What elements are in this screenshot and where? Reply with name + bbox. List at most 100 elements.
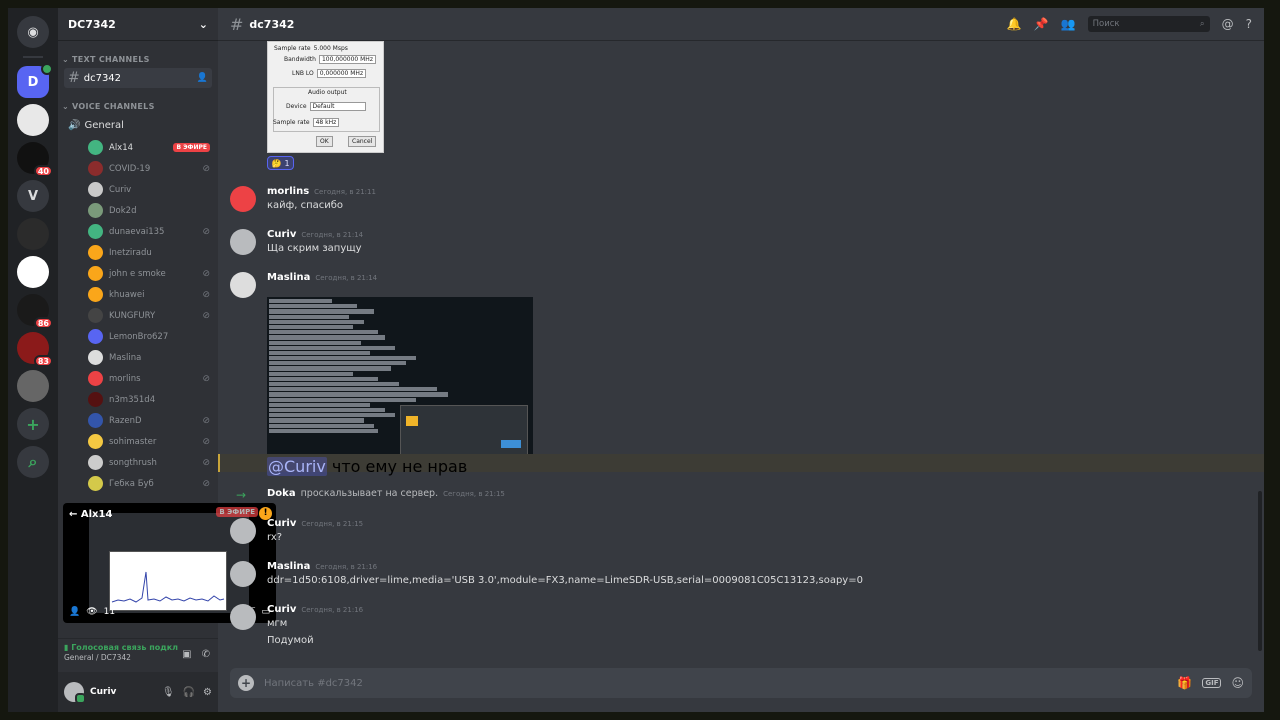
discord-logo-icon[interactable]: ◉	[17, 16, 49, 48]
headphones-icon[interactable]: 🎧	[183, 687, 195, 698]
voice-member[interactable]: Curiv	[58, 179, 218, 200]
message-author[interactable]: Maslina	[267, 272, 310, 283]
message-author[interactable]: Curiv	[267, 518, 296, 529]
search-input[interactable]: Поиск ⌕	[1087, 16, 1210, 32]
member-name: Curiv	[109, 184, 132, 195]
terminal-line	[269, 402, 370, 407]
terminal-screenshot-image[interactable]	[267, 297, 533, 459]
add-attachment-icon[interactable]: +	[238, 675, 254, 691]
terminal-line	[269, 356, 416, 361]
search-placeholder: Поиск	[1092, 19, 1120, 29]
pin-icon[interactable]: 📌	[1034, 17, 1049, 31]
avatar[interactable]	[230, 272, 256, 298]
gear-icon[interactable]: ⚙	[203, 687, 212, 698]
back-arrow-icon[interactable]: ←	[69, 509, 77, 520]
message-author[interactable]: Doka	[267, 488, 296, 499]
message-text: ddr=1d50:6108,driver=lime,media='USB 3.0…	[267, 575, 863, 586]
voice-member[interactable]: Inetziradu	[58, 242, 218, 263]
voice-member[interactable]: morlins ⊘	[58, 368, 218, 389]
terminal-line	[269, 335, 385, 340]
cube-server-icon[interactable]: 86	[17, 294, 53, 329]
help-icon[interactable]: ?	[1246, 17, 1252, 31]
add-server-icon[interactable]: +	[17, 408, 49, 440]
grid-server-icon[interactable]	[17, 218, 49, 250]
channel-topbar: # dc7342 🔔 📌 👥 Поиск ⌕ @ ?	[218, 8, 1264, 41]
user-mention[interactable]: @Curiv	[267, 457, 327, 476]
gift-icon[interactable]: 🎁	[1177, 676, 1192, 690]
member-name: n3m351d4	[109, 394, 156, 405]
sdr-settings-image[interactable]: Sample rate 5.000 Msps Bandwidth 100,00000…	[267, 41, 384, 153]
muted-mic-icon: ⊘	[202, 415, 210, 426]
server-list: ◉ D 40 V 86 83 + ⌕	[8, 8, 58, 712]
member-name: Гебка Буб	[109, 478, 154, 489]
message-time: Сегодня, в 21:14	[301, 231, 364, 239]
voice-member[interactable]: dunaevai135 ⊘	[58, 221, 218, 242]
member-name: Dok2d	[109, 205, 137, 216]
voice-member[interactable]: Maslina	[58, 347, 218, 368]
ctf-server-icon[interactable]	[17, 104, 49, 136]
ctf-flag-server-icon[interactable]	[17, 256, 49, 288]
category-voice-channels[interactable]: ⌄ VOICE CHANNELS	[58, 88, 218, 111]
avatar[interactable]	[230, 229, 256, 255]
penguin-server-icon[interactable]	[17, 370, 49, 402]
channel-name: dc7342	[83, 72, 122, 84]
message-text: Подумой	[267, 635, 314, 646]
voice-member[interactable]: khuawei ⊘	[58, 284, 218, 305]
voice-member[interactable]: Alx14 В ЭФИРЕ	[58, 137, 218, 158]
dark-server-icon[interactable]: 40	[17, 142, 53, 177]
explore-icon[interactable]: ⌕	[17, 446, 49, 478]
voice-member[interactable]: COVID-19 ⊘	[58, 158, 218, 179]
terminal-line	[269, 371, 353, 376]
server-v[interactable]: V	[17, 180, 49, 212]
members-icon[interactable]: 👥	[1061, 17, 1076, 31]
voice-member[interactable]: Dok2d	[58, 200, 218, 221]
avatar	[88, 203, 103, 218]
avatar[interactable]	[64, 682, 86, 704]
screen-share-icon[interactable]: ▣	[182, 649, 191, 660]
muted-mic-icon: ⊘	[202, 268, 210, 279]
voice-member[interactable]: sohimaster ⊘	[58, 431, 218, 452]
red-server-icon[interactable]: 83	[17, 332, 53, 367]
avatar[interactable]	[230, 604, 256, 630]
mentions-icon[interactable]: @	[1222, 17, 1234, 31]
guild-header[interactable]: DC7342 ⌄	[58, 8, 218, 41]
message-author[interactable]: morlins	[267, 186, 309, 197]
reaction-thinking[interactable]: 🤔 1	[267, 156, 294, 170]
category-text-channels[interactable]: ⌄ TEXT CHANNELS	[58, 41, 218, 64]
emoji-icon[interactable]: ☺	[1231, 676, 1244, 690]
voice-member[interactable]: john e smoke ⊘	[58, 263, 218, 284]
avatar[interactable]	[230, 518, 256, 544]
message-input[interactable]	[264, 677, 1168, 689]
add-member-icon[interactable]: 👤	[197, 73, 208, 83]
bell-icon[interactable]: 🔔	[1007, 17, 1022, 31]
avatar	[88, 245, 103, 260]
reaction-count: 1	[284, 158, 290, 168]
avatar[interactable]	[230, 186, 256, 212]
message-author[interactable]: Curiv	[267, 604, 296, 615]
avatar	[88, 392, 103, 407]
voice-member[interactable]: RazenD ⊘	[58, 410, 218, 431]
voice-member[interactable]: LemonBro627	[58, 326, 218, 347]
voice-member[interactable]: n3m351d4	[58, 389, 218, 410]
voice-member[interactable]: songthrush ⊘	[58, 452, 218, 473]
voice-channel-general[interactable]: 🔊 General	[64, 115, 212, 135]
invite-icon[interactable]: 👤	[69, 607, 80, 617]
voice-member[interactable]: KUNGFURY ⊘	[58, 305, 218, 326]
muted-mic-icon: ⊘	[202, 457, 210, 468]
microphone-icon[interactable]: 🎙	[162, 687, 175, 698]
scrollbar[interactable]	[1258, 491, 1262, 651]
message-author[interactable]: Maslina	[267, 561, 310, 572]
disconnect-icon[interactable]: ✆	[202, 649, 210, 660]
message-author[interactable]: Curiv	[267, 229, 296, 240]
avatar[interactable]	[230, 561, 256, 587]
server-d[interactable]: D	[17, 63, 53, 98]
voice-connected-label: Голосовая связь подкл	[71, 643, 178, 652]
hash-icon: #	[230, 14, 244, 34]
voice-member[interactable]: Гебка Буб ⊘	[58, 473, 218, 494]
channel-dc7342[interactable]: # dc7342 👤	[64, 68, 212, 88]
mention-message[interactable]: @Curiv что ему не нрав	[218, 454, 1264, 476]
avatar	[88, 224, 103, 239]
muted-mic-icon: ⊘	[202, 478, 210, 489]
terminal-line	[269, 387, 437, 392]
gif-icon[interactable]: GIF	[1202, 678, 1222, 688]
